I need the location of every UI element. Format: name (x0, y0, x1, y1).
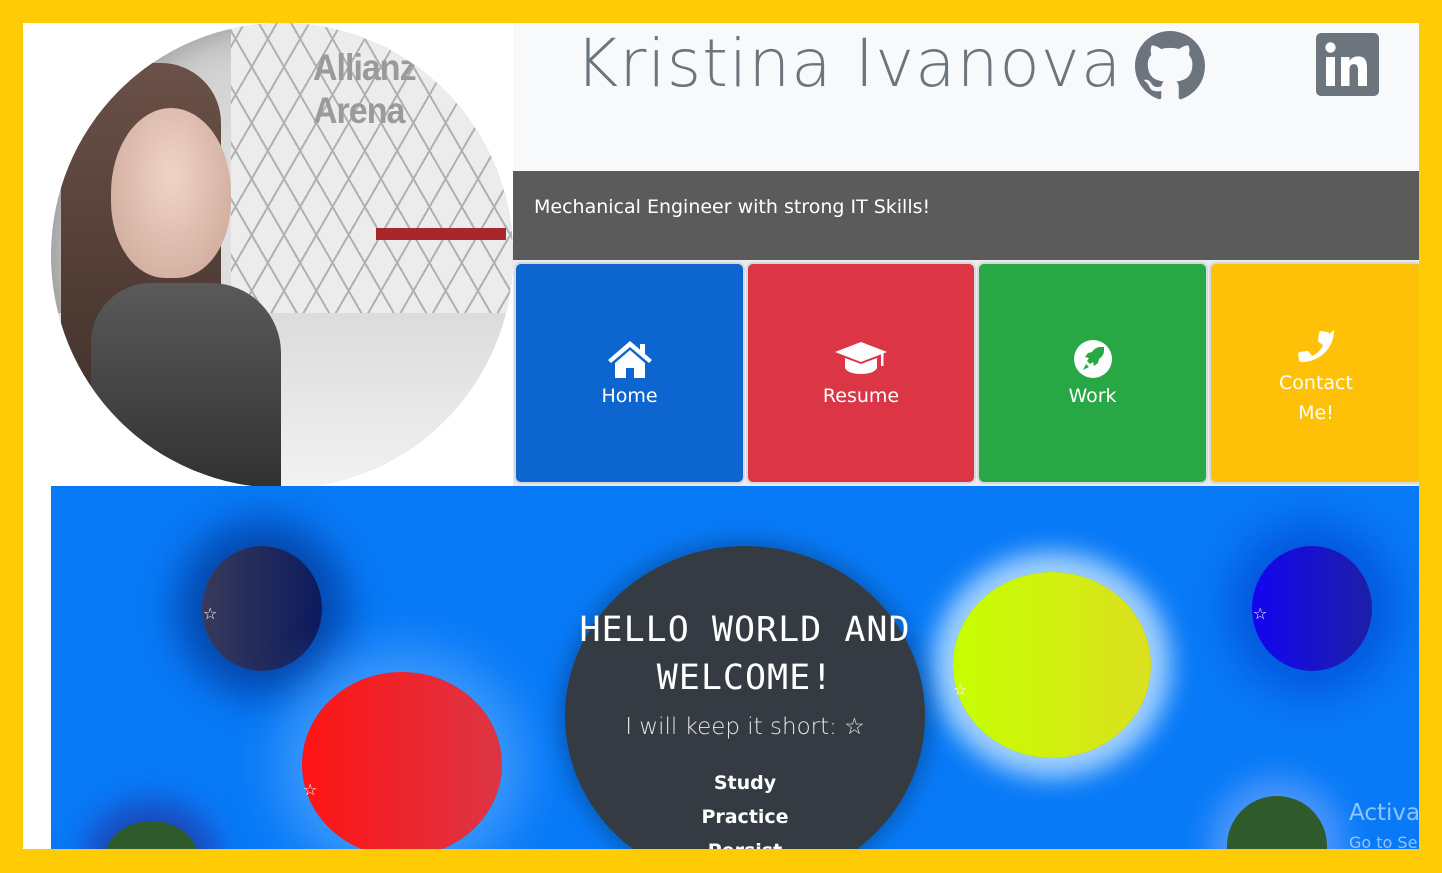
orb-red (302, 672, 502, 849)
linkedin-icon (1316, 33, 1379, 96)
list-item: Study (713, 772, 777, 794)
profile-photo-area: Allianz Arena (23, 23, 513, 488)
nav-tile-resume[interactable]: Resume (748, 264, 974, 482)
header-bar: Kristina Ivanova (513, 23, 1419, 171)
nav-tile-contact-label-line1: Contact (1279, 372, 1353, 394)
nav-tiles: Home Resume Work Contact Me! (513, 260, 1419, 486)
orb-green-right (1227, 796, 1327, 849)
activation-watermark: Activat Go to Se (1349, 798, 1419, 849)
hero-circle: HELLO WORLD AND WELCOME! I will keep it … (565, 546, 925, 849)
orb-blue (1252, 546, 1372, 671)
nav-tile-contact-label-line2: Me! (1298, 402, 1334, 424)
tagline-bar: Mechanical Engineer with strong IT Skill… (513, 171, 1419, 260)
phone-icon (1298, 330, 1334, 362)
orb-yellow (953, 572, 1151, 758)
nav-tile-home[interactable]: Home (516, 264, 743, 482)
profile-photo: Allianz Arena (51, 23, 513, 488)
orb-navy (202, 546, 322, 671)
person-body (91, 283, 281, 488)
star-icon: ☆ (203, 604, 218, 623)
nav-tile-resume-label: Resume (822, 385, 900, 407)
stadium-sign: Allianz Arena (313, 47, 417, 132)
space-icon (1073, 340, 1112, 378)
nav-tile-contact[interactable]: Contact Me! (1211, 264, 1419, 482)
watermark-line1: Activat (1349, 800, 1419, 826)
hero-title: HELLO WORLD AND WELCOME! (555, 606, 935, 702)
watermark-line2: Go to Se (1349, 833, 1418, 849)
github-icon (1135, 31, 1205, 100)
hero-subtitle: I will keep it short: ☆ (625, 714, 865, 740)
github-link[interactable] (1135, 31, 1205, 101)
linkedin-link[interactable] (1316, 33, 1379, 96)
hero-panel: ☆ ☆ ☆ ☆ HELLO WORLD AND WELCOME! I will … (51, 486, 1419, 849)
page-title: Kristina Ivanova (575, 25, 1123, 102)
stadium-banner (376, 228, 506, 240)
tagline: Mechanical Engineer with strong IT Skill… (534, 196, 931, 218)
home-icon (607, 341, 652, 378)
hero-title-line2: WELCOME! (656, 658, 834, 698)
star-icon: ☆ (953, 680, 968, 699)
person-face (111, 108, 231, 278)
list-item: Practice (701, 806, 789, 828)
hero-list: Study Practice Persist (565, 766, 925, 849)
nav-tile-work[interactable]: Work (979, 264, 1206, 482)
star-icon: ☆ (1253, 604, 1268, 623)
graduation-cap-icon (835, 342, 887, 374)
hero-title-line1: HELLO WORLD AND (579, 610, 911, 650)
list-item: Persist (565, 834, 925, 849)
page-frame: Allianz Arena Kristina Ivanova Mechanica… (23, 23, 1419, 849)
nav-tile-home-label: Home (601, 385, 658, 407)
star-icon: ☆ (303, 780, 318, 799)
nav-tile-work-label: Work (1068, 385, 1117, 407)
orb-green-left (104, 821, 199, 849)
